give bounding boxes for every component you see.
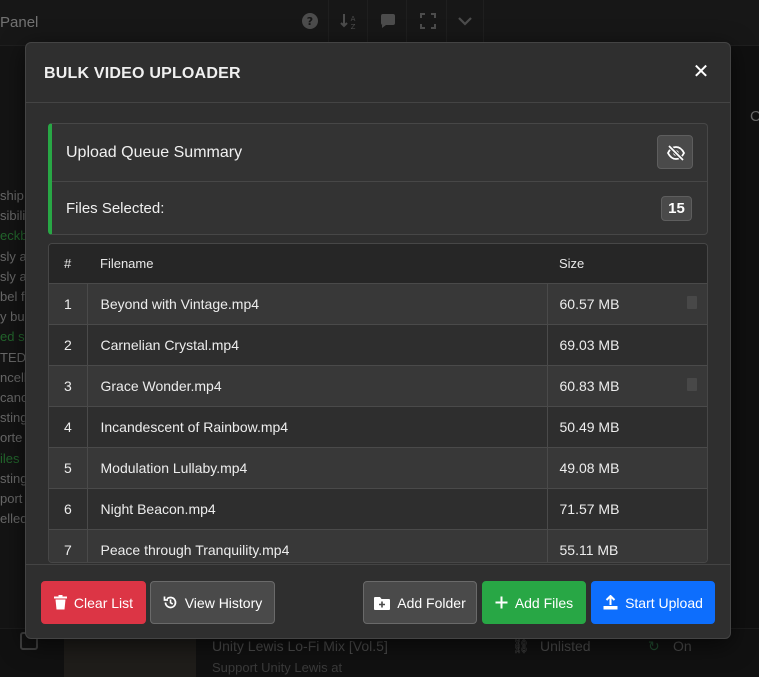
table-row[interactable]: 4 Incandescent of Rainbow.mp4 50.49 MB xyxy=(49,405,707,447)
row-size: 71.57 MB xyxy=(547,487,707,529)
column-header-filename: Filename xyxy=(100,255,154,271)
row-filename: Peace through Tranquility.mp4 xyxy=(87,528,548,562)
summary-header: Upload Queue Summary xyxy=(52,124,708,182)
table-row[interactable]: 2 Carnelian Crystal.mp4 69.03 MB xyxy=(49,323,707,365)
row-filename: Incandescent of Rainbow.mp4 xyxy=(87,405,548,447)
add-folder-label: Add Folder xyxy=(397,594,466,611)
files-selected-count: 15 xyxy=(661,196,692,221)
plus-icon xyxy=(495,596,508,609)
clear-list-label: Clear List xyxy=(73,594,134,611)
add-files-button[interactable]: Add Files xyxy=(482,581,586,624)
row-size: 55.11 MB xyxy=(547,528,707,562)
row-size: 69.03 MB xyxy=(547,323,707,365)
upload-icon xyxy=(603,595,618,610)
row-number: 5 xyxy=(49,446,88,488)
row-size-value: 60.83 MB xyxy=(559,377,620,394)
row-number: 2 xyxy=(49,323,88,365)
row-size-value: 50.49 MB xyxy=(559,418,620,435)
row-number: 4 xyxy=(49,405,88,447)
modal-footer: Clear List View History Add Folder Add F… xyxy=(26,564,730,638)
row-size: 60.83 MB xyxy=(547,364,707,406)
row-size: 50.49 MB xyxy=(547,405,707,447)
eye-slash-icon xyxy=(666,144,686,162)
row-size: 60.57 MB xyxy=(547,282,707,324)
start-upload-label: Start Upload xyxy=(625,594,703,611)
bulk-uploader-modal: BULK VIDEO UPLOADER ✕ Upload Queue Summa… xyxy=(25,42,731,639)
folder-plus-icon xyxy=(374,596,391,610)
column-header-number: # xyxy=(64,255,72,271)
row-size-value: 69.03 MB xyxy=(559,336,620,353)
row-size-value: 55.11 MB xyxy=(559,541,619,558)
add-folder-button[interactable]: Add Folder xyxy=(363,581,477,624)
row-size: 49.08 MB xyxy=(547,446,707,488)
row-filename: Carnelian Crystal.mp4 xyxy=(87,323,548,365)
trash-icon xyxy=(53,595,67,610)
table-row[interactable]: 5 Modulation Lullaby.mp4 49.08 MB xyxy=(49,446,707,488)
start-upload-button[interactable]: Start Upload xyxy=(591,581,715,624)
table-header-row: # Filename Size xyxy=(49,244,707,283)
clear-list-button[interactable]: Clear List xyxy=(41,581,146,624)
row-number: 6 xyxy=(49,487,88,529)
row-number: 1 xyxy=(49,282,88,324)
modal-title: BULK VIDEO UPLOADER xyxy=(44,65,241,82)
row-delete-icon[interactable] xyxy=(687,377,697,391)
table-row[interactable]: 7 Peace through Tranquility.mp4 55.11 MB xyxy=(49,528,707,562)
row-delete-icon[interactable] xyxy=(687,295,697,309)
modal-header: BULK VIDEO UPLOADER ✕ xyxy=(26,43,730,103)
add-files-label: Add Files xyxy=(514,594,574,611)
row-size-value: 71.57 MB xyxy=(559,500,620,517)
row-filename: Grace Wonder.mp4 xyxy=(87,364,548,406)
column-header-size: Size xyxy=(559,255,585,271)
table-row[interactable]: 3 Grace Wonder.mp4 60.83 MB xyxy=(49,364,707,406)
view-history-button[interactable]: View History xyxy=(150,581,275,624)
file-queue-table[interactable]: # Filename Size 1 Beyond with Vintage.mp4… xyxy=(48,243,708,563)
view-history-label: View History xyxy=(184,594,263,611)
upload-queue-summary: Upload Queue Summary Files Selected: 15 xyxy=(48,123,708,235)
close-button[interactable]: ✕ xyxy=(690,61,712,83)
row-number: 3 xyxy=(49,364,88,406)
summary-title: Upload Queue Summary xyxy=(66,144,243,161)
history-icon xyxy=(163,596,177,609)
files-selected-label: Files Selected: xyxy=(66,200,165,217)
row-number: 7 xyxy=(49,528,88,562)
row-size-value: 49.08 MB xyxy=(559,459,620,476)
row-filename: Modulation Lullaby.mp4 xyxy=(87,446,548,488)
row-filename: Night Beacon.mp4 xyxy=(87,487,548,529)
table-row[interactable]: 6 Night Beacon.mp4 71.57 MB xyxy=(49,487,707,529)
toggle-summary-button[interactable] xyxy=(657,135,693,169)
row-filename: Beyond with Vintage.mp4 xyxy=(87,282,548,324)
table-row[interactable]: 1 Beyond with Vintage.mp4 60.57 MB xyxy=(49,282,707,324)
row-size-value: 60.57 MB xyxy=(559,295,620,312)
